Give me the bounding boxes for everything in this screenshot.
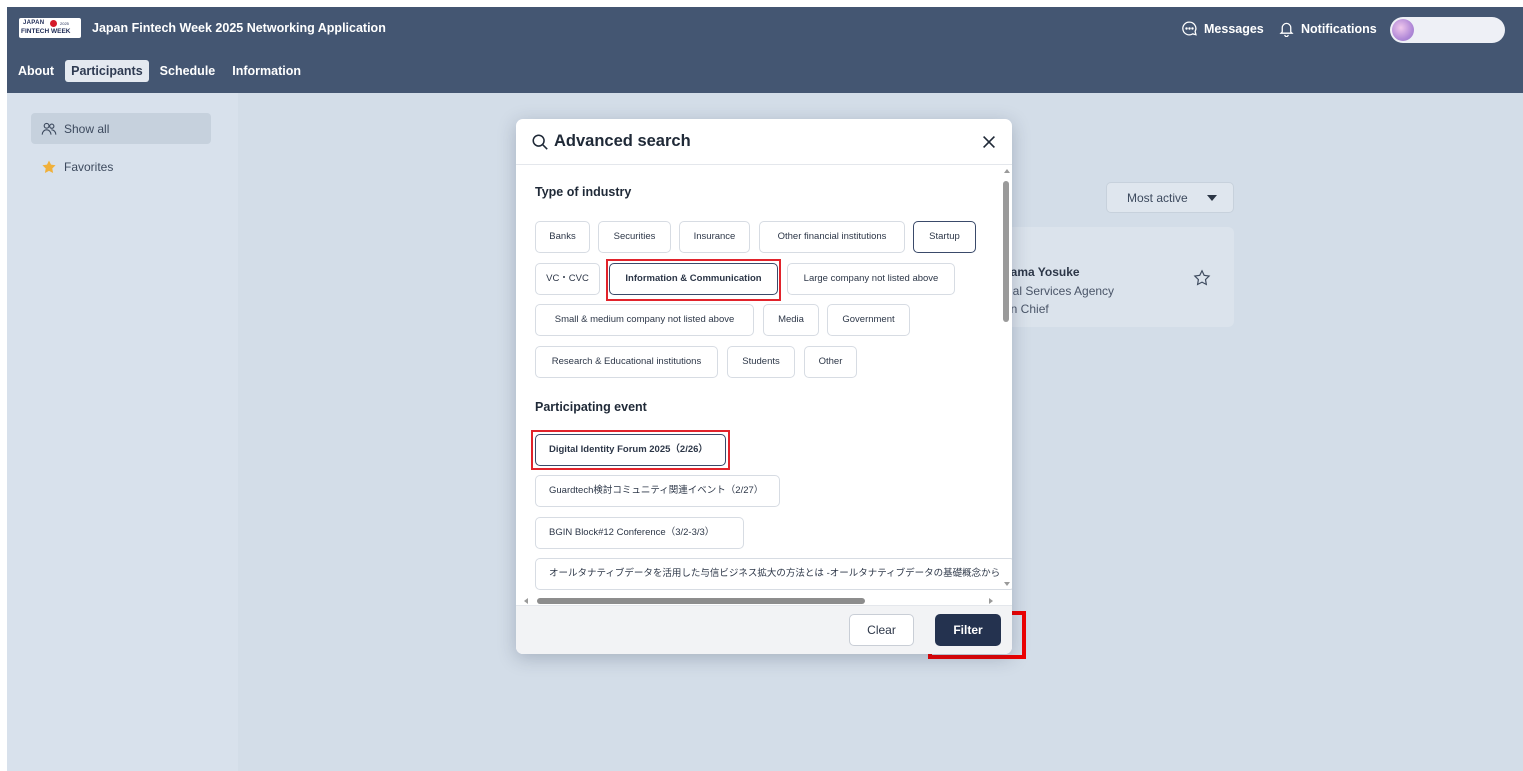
chat-bubble-icon xyxy=(1182,21,1197,36)
favorite-star-icon[interactable] xyxy=(1193,269,1211,287)
event-chip-bgin-block12[interactable]: BGIN Block#12 Conference（3/2-3/3） xyxy=(535,517,744,549)
close-icon[interactable] xyxy=(980,133,998,151)
sidebar-item-show-all[interactable]: Show all xyxy=(31,113,211,144)
industry-chip-large-company[interactable]: Large company not listed above xyxy=(787,263,955,295)
notifications-label: Notifications xyxy=(1301,21,1377,36)
sidebar-item-favorites[interactable]: Favorites xyxy=(31,151,211,182)
search-icon xyxy=(532,134,548,150)
app-frame: JAPAN 2025 FINTECH WEEK Japan Fintech We… xyxy=(7,7,1523,771)
scroll-up-arrow-icon[interactable] xyxy=(1004,169,1010,173)
messages-label: Messages xyxy=(1204,21,1264,36)
app-title: Japan Fintech Week 2025 Networking Appli… xyxy=(92,21,386,35)
modal-body[interactable]: Type of industry Banks Securities Insura… xyxy=(516,166,1012,604)
modal-header: Advanced search xyxy=(516,119,1012,165)
participant-organization: cial Services Agency xyxy=(1004,284,1115,298)
modal-title: Advanced search xyxy=(554,132,691,150)
app-logo[interactable]: JAPAN 2025 FINTECH WEEK xyxy=(19,18,81,38)
industry-chip-startup[interactable]: Startup xyxy=(913,221,976,253)
tab-schedule[interactable]: Schedule xyxy=(154,60,222,82)
industry-chip-research-educational[interactable]: Research & Educational institutions xyxy=(535,346,718,378)
industry-chip-vc-cvc[interactable]: VC・CVC xyxy=(535,263,600,295)
industry-chip-government[interactable]: Government xyxy=(827,304,910,336)
event-chip-alternative-data[interactable]: オールタナティブデータを活用した与信ビジネス拡大の方法とは -オールタナティブデ… xyxy=(535,558,1012,590)
advanced-search-modal: Advanced search Type of industry Banks S… xyxy=(516,119,1012,654)
sidebar-item-label: Show all xyxy=(64,121,110,136)
industry-chip-other-financial[interactable]: Other financial institutions xyxy=(759,221,905,253)
sidebar: Show all Favorites xyxy=(7,93,238,771)
scroll-right-arrow-icon[interactable] xyxy=(989,598,993,604)
industry-chip-small-medium-company[interactable]: Small & medium company not listed above xyxy=(535,304,754,336)
modal-footer: Clear Filter xyxy=(516,605,1012,654)
clear-button[interactable]: Clear xyxy=(849,614,914,646)
bell-icon xyxy=(1279,22,1294,37)
scroll-left-arrow-icon[interactable] xyxy=(524,598,528,604)
tab-about[interactable]: About xyxy=(12,60,60,82)
scroll-down-arrow-icon[interactable] xyxy=(1004,582,1010,586)
participant-card[interactable]: e yama Yosuke cial Services Agency on Ch… xyxy=(988,227,1234,327)
industry-chip-media[interactable]: Media xyxy=(763,304,819,336)
filter-button[interactable]: Filter xyxy=(935,614,1001,646)
participant-name: yama Yosuke xyxy=(1004,265,1080,279)
star-icon xyxy=(42,159,56,173)
industry-chip-insurance[interactable]: Insurance xyxy=(679,221,750,253)
tab-information[interactable]: Information xyxy=(226,60,307,82)
industry-chip-students[interactable]: Students xyxy=(727,346,795,378)
messages-link[interactable]: Messages xyxy=(1181,20,1264,37)
digital-identity-highlight xyxy=(531,430,730,470)
people-icon xyxy=(41,122,57,135)
sort-select-value: Most active xyxy=(1127,191,1188,205)
caret-down-icon xyxy=(1207,195,1217,201)
main-nav: About Participants Schedule Information xyxy=(12,60,307,82)
avatar xyxy=(1392,19,1414,41)
user-menu[interactable] xyxy=(1390,17,1505,43)
vertical-scroll-thumb[interactable] xyxy=(1003,181,1009,322)
logo-year: 2025 xyxy=(60,21,69,26)
logo-red-dot-icon xyxy=(50,20,57,27)
notifications-link[interactable]: Notifications xyxy=(1278,20,1377,37)
industry-chip-other[interactable]: Other xyxy=(804,346,857,378)
tab-participants[interactable]: Participants xyxy=(65,60,149,82)
sidebar-item-label: Favorites xyxy=(64,159,114,174)
industry-chip-banks[interactable]: Banks xyxy=(535,221,590,253)
info-comm-highlight xyxy=(606,259,781,301)
industry-chip-securities[interactable]: Securities xyxy=(598,221,671,253)
logo-line2: FINTECH WEEK xyxy=(21,28,71,35)
section-title-event: Participating event xyxy=(535,400,647,414)
horizontal-scroll-thumb[interactable] xyxy=(537,598,865,604)
sort-select[interactable]: Most active xyxy=(1106,182,1234,213)
section-title-industry: Type of industry xyxy=(535,185,632,199)
logo-line1: JAPAN xyxy=(23,20,45,26)
top-header: JAPAN 2025 FINTECH WEEK Japan Fintech We… xyxy=(7,7,1523,93)
event-chip-guardtech[interactable]: Guardtech検討コミュニティ関連イベント（2/27） xyxy=(535,475,780,507)
